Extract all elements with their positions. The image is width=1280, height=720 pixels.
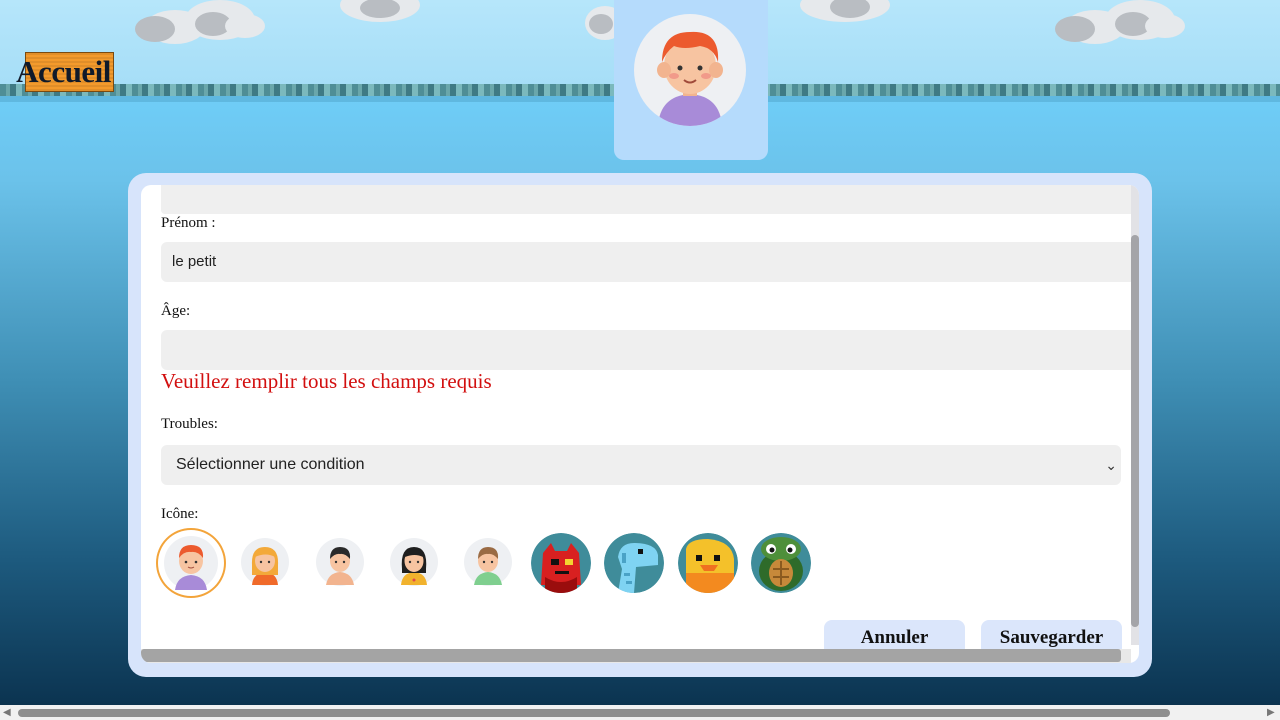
red-hair-boy-avatar-icon xyxy=(657,31,723,126)
horizontal-scrollbar[interactable] xyxy=(141,649,1131,663)
icon-picker xyxy=(158,530,858,600)
brown-hair-boy-avatar-icon[interactable] xyxy=(459,535,517,593)
scroll-right-arrow-icon[interactable]: ▶ xyxy=(1267,707,1275,718)
vertical-scrollbar[interactable] xyxy=(1131,185,1139,645)
cloud-decoration xyxy=(125,0,275,48)
age-label: Âge: xyxy=(161,303,191,319)
troubles-select-value: Sélectionner une condition xyxy=(176,456,365,473)
black-hair-boy-avatar-icon[interactable] xyxy=(311,535,369,593)
scroll-left-arrow-icon[interactable]: ◀ xyxy=(3,707,11,718)
red-hair-boy-avatar-icon[interactable] xyxy=(158,530,224,596)
icon-label: Icône: xyxy=(161,506,199,522)
first-name-input[interactable]: le petit xyxy=(161,242,1136,282)
chevron-down-icon: ⌄ xyxy=(1105,457,1117,473)
first-name-label: Prénom : xyxy=(161,215,216,231)
troubles-label: Troubles: xyxy=(161,416,218,432)
age-input[interactable] xyxy=(161,330,1136,370)
blue-dinosaur-avatar-icon[interactable] xyxy=(604,533,664,593)
profile-avatar xyxy=(634,14,746,126)
home-button[interactable]: Accueil xyxy=(16,52,114,92)
black-hair-girl-avatar-icon[interactable] xyxy=(385,535,443,593)
error-message: Veuillez remplir tous les champs requis xyxy=(161,369,492,393)
profile-form-panel: Prénom : le petit Âge: Veuillez remplir … xyxy=(128,173,1152,677)
home-button-label: Accueil xyxy=(16,54,111,89)
vertical-scrollbar-thumb[interactable] xyxy=(1131,235,1139,627)
yellow-bird-avatar-icon[interactable] xyxy=(678,533,738,593)
cloud-decoration xyxy=(1045,0,1195,48)
red-monster-avatar-icon[interactable] xyxy=(531,533,591,593)
profile-avatar-card xyxy=(614,0,768,160)
page-scrollbar-thumb[interactable] xyxy=(18,709,1170,717)
cloud-decoration xyxy=(790,0,940,26)
cloud-decoration xyxy=(330,0,480,26)
form-scroll-area[interactable]: Prénom : le petit Âge: Veuillez remplir … xyxy=(141,185,1139,663)
blonde-girl-avatar-icon[interactable] xyxy=(236,535,294,593)
horizontal-scrollbar-thumb[interactable] xyxy=(141,649,1121,662)
turtle-avatar-icon[interactable] xyxy=(751,533,811,593)
page-horizontal-scrollbar[interactable]: ◀ ▶ xyxy=(0,705,1280,720)
hidden-top-field[interactable] xyxy=(161,185,1136,214)
troubles-select[interactable]: Sélectionner une condition ⌄ xyxy=(161,445,1121,485)
